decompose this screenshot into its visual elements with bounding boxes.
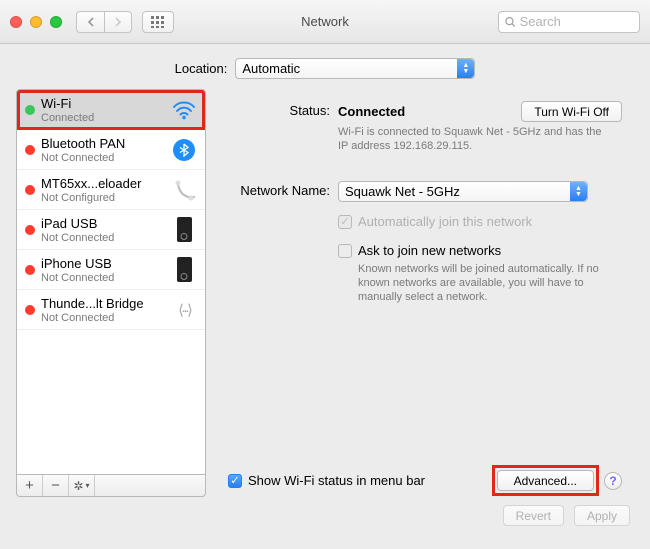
advanced-button[interactable]: Advanced... — [497, 470, 594, 491]
status-description: Wi-Fi is connected to Squawk Net - 5GHz … — [338, 125, 608, 153]
chevron-down-icon: ▾ — [86, 481, 90, 490]
status-dot-icon — [25, 305, 35, 315]
help-button[interactable]: ? — [604, 472, 622, 490]
ask-join-label: Ask to join new networks — [358, 243, 501, 258]
service-list-footer: + − ✲▾ — [16, 475, 206, 497]
window-controls — [10, 16, 62, 28]
auto-join-label: Automatically join this network — [358, 214, 532, 229]
search-input[interactable] — [520, 14, 633, 29]
sidebar-item-sub: Connected — [41, 112, 165, 124]
sidebar-item-wifi[interactable]: Wi-Fi Connected — [17, 90, 205, 130]
remove-service-button[interactable]: − — [43, 475, 69, 496]
sidebar-item-iphone-usb[interactable]: iPhone USB Not Connected — [17, 250, 205, 290]
wifi-toggle-button[interactable]: Turn Wi-Fi Off — [521, 101, 622, 122]
popup-arrows-icon: ▲▼ — [457, 59, 474, 78]
ask-join-description: Known networks will be joined automatica… — [358, 262, 618, 304]
status-label: Status: — [228, 101, 338, 118]
service-actions-button[interactable]: ✲▾ — [69, 475, 95, 496]
revert-button[interactable]: Revert — [503, 505, 564, 526]
status-value: Connected — [338, 104, 405, 119]
sidebar-item-title: MT65xx...eloader — [41, 176, 165, 191]
device-icon — [171, 217, 197, 243]
forward-button[interactable] — [104, 11, 132, 33]
service-list-wrap: Wi-Fi Connected Bluetooth PAN Not Connec… — [16, 89, 206, 497]
sidebar-item-mt65xx[interactable]: MT65xx...eloader Not Configured — [17, 170, 205, 210]
show-status-checkbox[interactable]: ✓ — [228, 474, 242, 488]
auto-join-checkbox: ✓ — [338, 215, 352, 229]
status-dot-icon — [25, 265, 35, 275]
apply-button[interactable]: Apply — [574, 505, 630, 526]
footer-buttons: Revert Apply — [0, 497, 650, 526]
sidebar-item-sub: Not Connected — [41, 152, 165, 164]
zoom-icon[interactable] — [50, 16, 62, 28]
sidebar-item-sub: Not Configured — [41, 192, 165, 204]
sidebar-item-ipad-usb[interactable]: iPad USB Not Connected — [17, 210, 205, 250]
network-name-label: Network Name: — [228, 181, 338, 198]
sidebar-item-title: Thunde...lt Bridge — [41, 296, 165, 311]
status-dot-icon — [25, 225, 35, 235]
sidebar-item-title: iPad USB — [41, 216, 165, 231]
network-name-popup[interactable]: Squawk Net - 5GHz ▲▼ — [338, 181, 588, 202]
bottom-row: ✓ Show Wi-Fi status in menu bar Advanced… — [228, 468, 622, 497]
location-label: Location: — [175, 61, 228, 76]
network-name-value: Squawk Net - 5GHz — [345, 184, 460, 199]
sidebar-item-sub: Not Connected — [41, 232, 165, 244]
location-popup[interactable]: Automatic ▲▼ — [235, 58, 475, 79]
status-row: Status: Connected Turn Wi-Fi Off Wi-Fi i… — [228, 101, 622, 153]
show-status-label: Show Wi-Fi status in menu bar — [248, 473, 425, 488]
titlebar: Network — [0, 0, 650, 44]
phone-icon — [171, 177, 197, 203]
back-button[interactable] — [76, 11, 104, 33]
detail-pane: Status: Connected Turn Wi-Fi Off Wi-Fi i… — [206, 89, 634, 497]
ask-join-checkbox[interactable] — [338, 244, 352, 258]
service-list: Wi-Fi Connected Bluetooth PAN Not Connec… — [16, 89, 206, 475]
status-dot-icon — [25, 105, 35, 115]
sidebar-item-sub: Not Connected — [41, 312, 165, 324]
sidebar-item-title: Wi-Fi — [41, 96, 165, 111]
popup-arrows-icon: ▲▼ — [570, 182, 587, 201]
add-service-button[interactable]: + — [17, 475, 43, 496]
sidebar-item-title: Bluetooth PAN — [41, 136, 165, 151]
sidebar-item-sub: Not Connected — [41, 272, 165, 284]
bluetooth-icon — [171, 137, 197, 163]
minimize-icon[interactable] — [30, 16, 42, 28]
sidebar-item-title: iPhone USB — [41, 256, 165, 271]
status-dot-icon — [25, 145, 35, 155]
location-value: Automatic — [242, 61, 300, 76]
network-name-row: Network Name: Squawk Net - 5GHz ▲▼ ✓ Aut… — [228, 181, 622, 304]
sidebar-item-bluetooth-pan[interactable]: Bluetooth PAN Not Connected — [17, 130, 205, 170]
search-field[interactable] — [498, 11, 640, 33]
nav-back-forward — [76, 11, 132, 33]
close-icon[interactable] — [10, 16, 22, 28]
network-preferences-window: Network Location: Automatic ▲▼ Wi-Fi Con… — [0, 0, 650, 549]
thunderbolt-icon: ⟨···⟩ — [171, 297, 197, 323]
gear-icon: ✲ — [73, 479, 83, 493]
show-all-button[interactable] — [142, 11, 174, 33]
location-row: Location: Automatic ▲▼ — [0, 44, 650, 89]
wifi-icon — [171, 97, 197, 123]
search-icon — [505, 16, 516, 28]
status-dot-icon — [25, 185, 35, 195]
sidebar-item-thunderbolt-bridge[interactable]: Thunde...lt Bridge Not Connected ⟨···⟩ — [17, 290, 205, 330]
content-area: Wi-Fi Connected Bluetooth PAN Not Connec… — [0, 89, 650, 497]
device-icon — [171, 257, 197, 283]
